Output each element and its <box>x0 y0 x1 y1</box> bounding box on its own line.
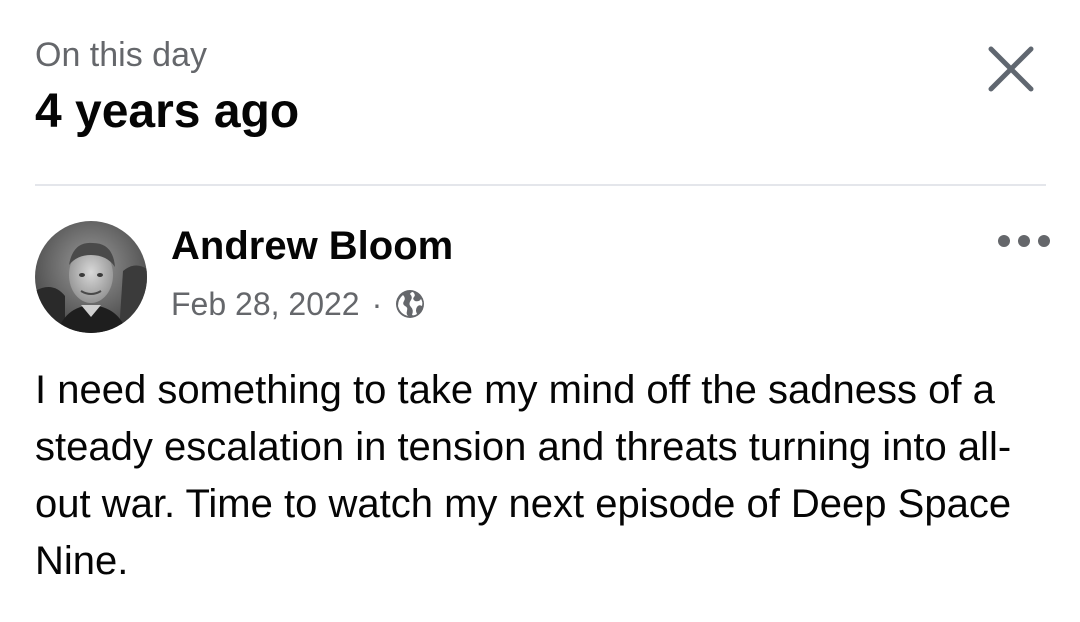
close-icon <box>988 46 1034 92</box>
post-text: I need something to take my mind off the… <box>35 368 1012 583</box>
post-date[interactable]: Feb 28, 2022 <box>171 286 360 323</box>
globe-icon <box>394 288 426 320</box>
header-subtitle: On this day <box>35 36 207 74</box>
header-divider <box>35 184 1046 186</box>
more-options-button[interactable] <box>994 226 1054 256</box>
avatar-photo <box>35 221 147 333</box>
more-horizontal-icon <box>998 235 1050 247</box>
author-name[interactable]: Andrew Bloom <box>171 222 453 270</box>
header-title: 4 years ago <box>35 85 300 138</box>
avatar[interactable] <box>35 221 147 333</box>
meta-separator: · <box>371 285 383 322</box>
close-button[interactable] <box>978 36 1044 102</box>
memory-header: On this day 4 years ago <box>35 30 1045 140</box>
post-meta: Feb 28, 2022 · <box>171 283 426 325</box>
